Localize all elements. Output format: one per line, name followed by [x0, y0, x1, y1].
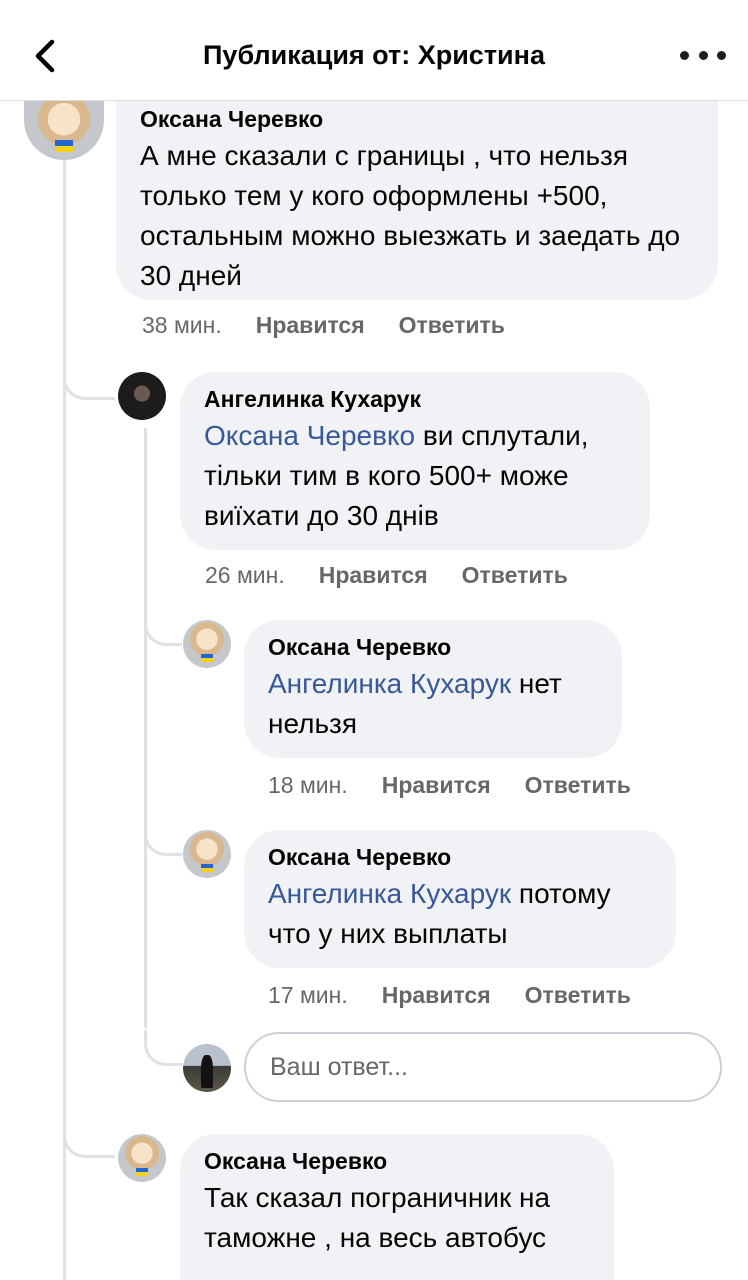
avatar[interactable] — [118, 1134, 166, 1182]
comment-bubble: Оксана Черевко Ангелинка Кухарук потому … — [244, 830, 676, 968]
page-title: Публикация от: Христина — [203, 40, 545, 70]
like-button[interactable]: Нравится — [382, 772, 491, 799]
mention-link[interactable]: Ангелинка Кухарук — [268, 668, 511, 699]
thread-line — [144, 428, 147, 1028]
thread-line — [63, 160, 66, 1280]
comment-text: Ангелинка Кухарук потому что у них выпла… — [268, 874, 654, 954]
reply-button[interactable]: Ответить — [525, 982, 631, 1009]
dot — [698, 50, 708, 60]
comment-meta: 26 мин. Нравится Ответить — [205, 562, 602, 589]
comment-bubble: Оксана Черевко Ангелинка Кухарук нет нел… — [244, 620, 622, 758]
thread-connector — [144, 1030, 182, 1066]
ukraine-flag-icon — [136, 1168, 148, 1177]
comment-text: Так сказал пограничник на таможне , на в… — [204, 1182, 551, 1253]
thread-connector — [63, 360, 115, 400]
comment-meta: 38 мин. Нравится Ответить — [142, 312, 539, 339]
reply-input[interactable]: Ваш ответ... — [244, 1032, 722, 1102]
comment-meta: 17 мин. Нравится Ответить — [268, 982, 665, 1009]
dot — [717, 50, 726, 60]
top-bar: Публикация от: Христина — [0, 0, 748, 101]
ukraine-flag-icon — [201, 654, 213, 663]
reply-button[interactable]: Ответить — [525, 772, 631, 799]
avatar[interactable] — [118, 372, 166, 420]
thread-connector — [144, 610, 182, 646]
mention-link[interactable]: Оксана Черевко — [204, 420, 415, 451]
comment-author[interactable]: Ангелинка Кухарук — [204, 382, 628, 416]
comment-time: 26 мин. — [205, 562, 285, 588]
ukraine-flag-icon — [55, 139, 73, 152]
comment-text: А мне сказали с границы , что нельзя тол… — [140, 140, 681, 291]
comment-meta: 18 мин. Нравится Ответить — [268, 772, 665, 799]
comment-text: Ангелинка Кухарук нет нельзя — [268, 664, 600, 744]
comment-time: 18 мин. — [268, 772, 348, 798]
avatar[interactable] — [183, 620, 231, 668]
thread-connector — [144, 820, 182, 856]
more-options-button[interactable] — [680, 40, 726, 70]
comment-author[interactable]: Оксана Черевко — [140, 102, 696, 136]
comment-author[interactable]: Оксана Черевко — [268, 630, 600, 664]
thread-connector — [63, 1118, 115, 1158]
reply-button[interactable]: Ответить — [399, 312, 505, 339]
like-button[interactable]: Нравится — [319, 562, 428, 589]
comment-author[interactable]: Оксана Черевко — [204, 1144, 592, 1178]
avatar[interactable] — [24, 92, 104, 160]
comment-time: 38 мин. — [142, 312, 222, 338]
like-button[interactable]: Нравится — [256, 312, 365, 339]
like-button[interactable]: Нравится — [382, 982, 491, 1009]
ukraine-flag-icon — [201, 864, 213, 873]
comment-bubble: Ангелинка Кухарук Оксана Черевко ви сплу… — [180, 372, 650, 550]
current-user-avatar — [183, 1044, 231, 1092]
comment-bubble: Оксана Черевко Так сказал пограничник на… — [180, 1134, 614, 1280]
reply-button[interactable]: Ответить — [462, 562, 568, 589]
dot — [680, 50, 689, 60]
comment-text: Оксана Черевко ви сплутали, тільки тим в… — [204, 416, 628, 536]
avatar[interactable] — [183, 830, 231, 878]
mention-link[interactable]: Ангелинка Кухарук — [268, 878, 511, 909]
comment-author[interactable]: Оксана Черевко — [268, 840, 654, 874]
comment-time: 17 мин. — [268, 982, 348, 1008]
comment-bubble: Оксана Черевко А мне сказали с границы ,… — [116, 92, 718, 300]
